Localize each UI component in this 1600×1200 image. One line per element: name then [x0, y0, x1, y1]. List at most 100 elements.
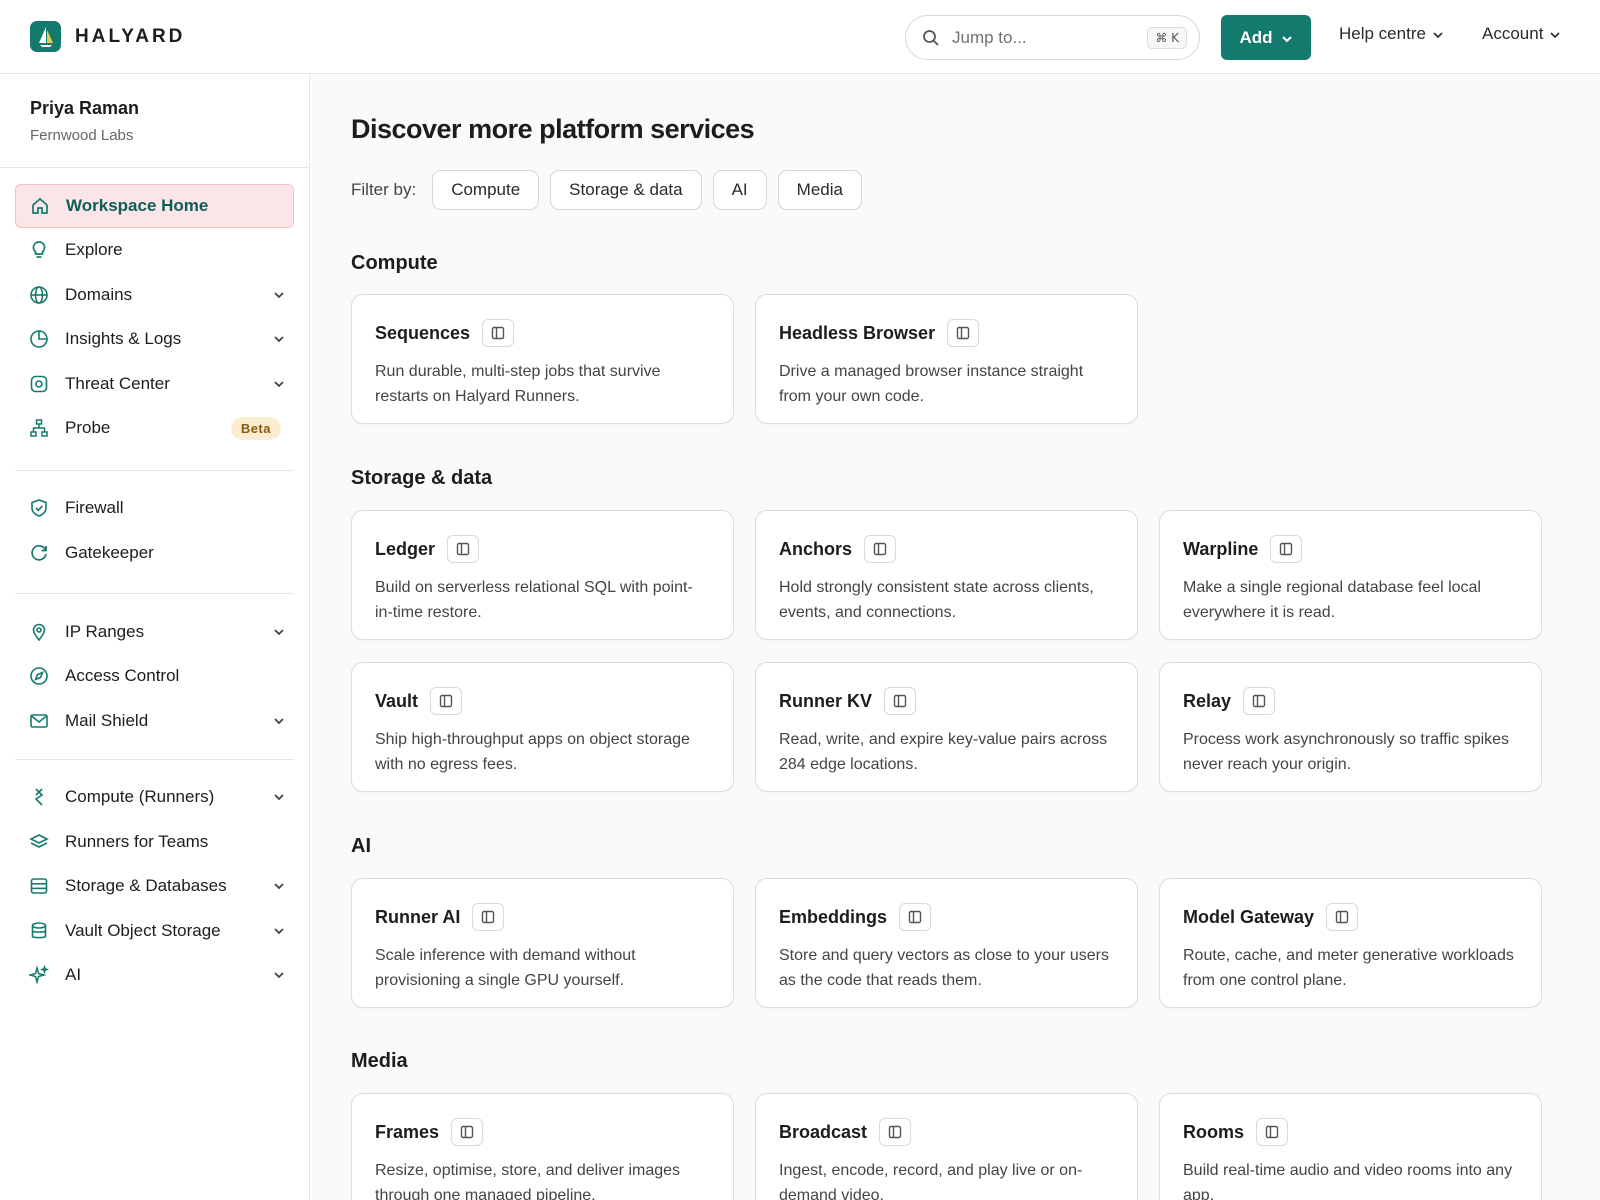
top-bar: HALYARD Jump to... ⌘ K Add Help centre A…	[0, 0, 1600, 74]
chevron-down-icon[interactable]	[264, 628, 294, 636]
service-card-headless-browser[interactable]: Headless Browser Drive a managed browser…	[755, 294, 1138, 424]
chevron-down-icon[interactable]	[264, 882, 294, 890]
profile-block[interactable]: Priya Raman Fernwood Labs	[0, 74, 309, 168]
chevron-down-icon	[1281, 28, 1293, 48]
sidebar-item-label: Insights & Logs	[65, 329, 182, 348]
sidebar-item-ai[interactable]: AI	[15, 953, 294, 997]
help-centre-menu[interactable]: Help centre	[1339, 24, 1444, 44]
service-card-anchors[interactable]: Anchors Hold strongly consistent state a…	[755, 510, 1138, 640]
chevron-down-icon[interactable]	[264, 335, 294, 343]
sidebar-item-label: Firewall	[65, 498, 124, 517]
sidebar-item-label: AI	[65, 965, 82, 984]
card-description: Read, write, and expire key-value pairs …	[779, 731, 1108, 773]
sidebar-divider	[15, 593, 294, 594]
sidebar-item-label: Probe	[65, 418, 111, 437]
docs-panel-icon[interactable]	[864, 535, 897, 563]
service-card-model-gateway[interactable]: Model Gateway Route, cache, and meter ge…	[1159, 878, 1542, 1008]
sidebar-item-storage-databases[interactable]: Storage & Databases	[15, 864, 294, 908]
sidebar-item-label: Threat Center	[65, 374, 170, 393]
service-card-sequences[interactable]: Sequences Run durable, multi-step jobs t…	[351, 294, 734, 424]
sidebar-item-insights-logs[interactable]: Insights & Logs	[15, 317, 294, 361]
card-title: Embeddings	[779, 906, 888, 927]
docs-panel-icon[interactable]	[1326, 903, 1359, 931]
chevron-down-icon[interactable]	[264, 717, 294, 725]
chevron-down-icon[interactable]	[264, 380, 294, 388]
chevron-down-icon[interactable]	[264, 927, 294, 935]
filter-chip-compute[interactable]: Compute	[432, 170, 540, 210]
card-title: Broadcast	[779, 1121, 868, 1142]
search-box[interactable]: Jump to... ⌘ K	[905, 15, 1200, 60]
service-card-broadcast[interactable]: Broadcast Ingest, encode, record, and pl…	[755, 1093, 1138, 1200]
filter-chip-ai[interactable]: AI	[712, 170, 767, 210]
docs-panel-icon[interactable]	[1256, 1118, 1289, 1146]
sidebar-item-mail-shield[interactable]: Mail Shield	[15, 699, 294, 743]
docs-panel-icon[interactable]	[430, 687, 463, 715]
brand[interactable]: HALYARD	[30, 21, 185, 52]
sidebar-item-access-control[interactable]: Access Control	[15, 654, 294, 698]
docs-panel-icon[interactable]	[947, 319, 980, 347]
chevron-down-icon	[1432, 24, 1444, 44]
chevron-down-icon[interactable]	[264, 291, 294, 299]
service-card-rooms[interactable]: Rooms Build real-time audio and video ro…	[1159, 1093, 1542, 1200]
docs-panel-icon[interactable]	[482, 319, 515, 347]
sidebar-item-domains[interactable]: Domains	[15, 273, 294, 317]
card-description: Run durable, multi-step jobs that surviv…	[375, 363, 661, 405]
service-card-runner-ai[interactable]: Runner AI Scale inference with demand wi…	[351, 878, 734, 1008]
sidebar-item-label: Storage & Databases	[65, 876, 227, 895]
card-title: Frames	[375, 1121, 440, 1142]
sidebar-item-label: Mail Shield	[65, 711, 149, 730]
docs-panel-icon[interactable]	[1243, 687, 1276, 715]
sidebar-item-workspace-home[interactable]: Workspace Home	[15, 184, 294, 228]
home-icon	[29, 195, 51, 217]
docs-panel-icon[interactable]	[447, 535, 480, 563]
card-title: Anchors	[779, 538, 853, 559]
docs-panel-icon[interactable]	[472, 903, 505, 931]
network-icon	[28, 417, 50, 439]
location-pin-icon	[28, 621, 50, 643]
sidebar-item-runners-for-teams[interactable]: Runners for Teams	[15, 820, 294, 864]
runners-icon	[28, 786, 50, 808]
sidebar-item-vault-object-storage[interactable]: Vault Object Storage	[15, 909, 294, 953]
card-title: Sequences	[375, 322, 471, 343]
filter-chip-storage-data[interactable]: Storage & data	[550, 170, 702, 210]
card-title: Runner KV	[779, 690, 873, 711]
sidebar-item-compute-runners[interactable]: Compute (Runners)	[15, 775, 294, 819]
help-centre-label: Help centre	[1339, 24, 1426, 43]
service-card-relay[interactable]: Relay Process work asynchronously so tra…	[1159, 662, 1542, 792]
card-description: Hold strongly consistent state across cl…	[779, 579, 1094, 621]
service-card-frames[interactable]: Frames Resize, optimise, store, and deli…	[351, 1093, 734, 1200]
card-title: Relay	[1183, 690, 1232, 711]
chevron-down-icon[interactable]	[264, 793, 294, 801]
docs-panel-icon[interactable]	[451, 1118, 484, 1146]
page-title: Discover more platform services	[351, 114, 755, 144]
beta-badge: Beta	[230, 416, 281, 440]
globe-icon	[28, 284, 50, 306]
sidebar-item-label: Compute (Runners)	[65, 787, 215, 806]
sparkle-icon	[28, 964, 50, 986]
sidebar-item-threat-center[interactable]: Threat Center	[15, 362, 294, 406]
filter-chip-media[interactable]: Media	[777, 170, 862, 210]
service-card-embeddings[interactable]: Embeddings Store and query vectors as cl…	[755, 878, 1138, 1008]
service-card-vault[interactable]: Vault Ship high-throughput apps on objec…	[351, 662, 734, 792]
sidebar-item-label: Gatekeeper	[65, 543, 154, 562]
docs-panel-icon[interactable]	[899, 903, 932, 931]
docs-panel-icon[interactable]	[1270, 535, 1303, 563]
add-button[interactable]: Add	[1221, 15, 1311, 60]
keyboard-shortcut-badge: ⌘ K	[1147, 26, 1187, 49]
chevron-down-icon[interactable]	[264, 971, 294, 979]
service-card-ledger[interactable]: Ledger Build on serverless relational SQ…	[351, 510, 734, 640]
service-card-warpline[interactable]: Warpline Make a single regional database…	[1159, 510, 1542, 640]
sidebar-item-probe[interactable]: Probe Beta	[15, 406, 294, 450]
chevron-down-icon	[1549, 24, 1561, 44]
account-menu[interactable]: Account	[1482, 24, 1561, 44]
pie-chart-icon	[28, 328, 50, 350]
sidebar-item-firewall[interactable]: Firewall	[15, 486, 294, 530]
sidebar-divider	[15, 759, 294, 760]
sidebar-item-ip-ranges[interactable]: IP Ranges	[15, 610, 294, 654]
service-card-runner-kv[interactable]: Runner KV Read, write, and expire key-va…	[755, 662, 1138, 792]
sidebar-item-gatekeeper[interactable]: Gatekeeper	[15, 531, 294, 575]
sidebar-item-explore[interactable]: Explore	[15, 228, 294, 272]
docs-panel-icon[interactable]	[884, 687, 917, 715]
docs-panel-icon[interactable]	[879, 1118, 912, 1146]
card-title: Vault	[375, 690, 419, 711]
